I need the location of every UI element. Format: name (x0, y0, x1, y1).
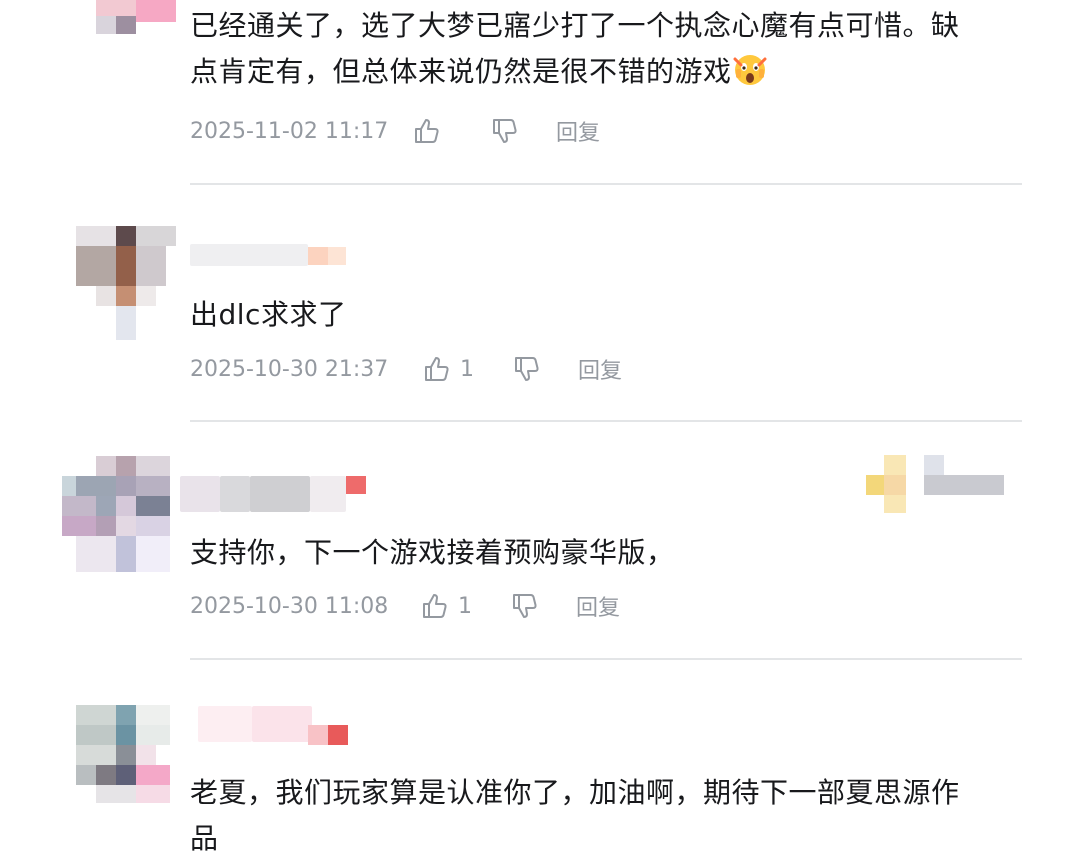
thumbs-up-icon (415, 119, 439, 143)
thumbs-down-icon (513, 594, 537, 618)
comment-text-line-2-content: 点肯定有，但总体来说仍然是很不错的游戏 (190, 55, 732, 88)
dislike-button[interactable] (510, 591, 576, 621)
comment-text: 支持你，下一个游戏接着预购豪华版， (190, 536, 675, 569)
like-count: 1 (460, 356, 474, 382)
like-button[interactable]: 1 (420, 591, 510, 621)
avatar[interactable] (62, 0, 178, 35)
avatar[interactable] (62, 705, 178, 823)
dislike-button[interactable] (512, 354, 578, 384)
thumbs-up-icon (425, 357, 449, 381)
thumbs-up-icon (423, 594, 447, 618)
avatar[interactable] (62, 226, 178, 344)
scream-emoji-icon (733, 55, 767, 85)
fan-medal-badge (866, 455, 1006, 513)
divider (190, 658, 1022, 660)
comment-meta: 2025-11-02 11:17 回复 (190, 115, 600, 147)
comment-time: 2025-11-02 11:17 (190, 118, 389, 144)
thumbs-down-icon (515, 357, 539, 381)
like-button[interactable]: 1 (422, 354, 512, 384)
user-level-badge (346, 476, 366, 494)
user-level-badge (308, 725, 348, 745)
comment-text: 出dlc求求了 (190, 298, 347, 331)
divider (190, 183, 1022, 185)
comment-text: 老夏，我们玩家算是认准你了，加油啊，期待下一部夏思源作 品 (190, 770, 1020, 862)
user-level-badge (308, 247, 346, 265)
reply-button[interactable]: 回复 (556, 115, 600, 147)
comment-text-line-2: 品 (190, 822, 219, 855)
comment-meta: 2025-10-30 11:08 1 回复 (190, 590, 620, 622)
divider (190, 420, 1022, 422)
comment-text-line-2: 点肯定有，但总体来说仍然是很不错的游戏 (190, 49, 1020, 95)
thumbs-down-icon (493, 119, 517, 143)
comment-time: 2025-10-30 21:37 (190, 356, 389, 382)
comment-time: 2025-10-30 11:08 (190, 593, 389, 619)
reply-button[interactable]: 回复 (576, 590, 620, 622)
like-button[interactable] (412, 116, 490, 146)
comment-text-line-1: 已经通关了，选了大梦已寤少打了一个执念心魔有点可惜。缺 (190, 9, 960, 42)
reply-button[interactable]: 回复 (578, 353, 622, 385)
dislike-button[interactable] (490, 116, 556, 146)
comment-text-line-1: 老夏，我们玩家算是认准你了，加油啊，期待下一部夏思源作 (190, 776, 960, 809)
comment-meta: 2025-10-30 21:37 1 回复 (190, 353, 622, 385)
comment-text: 已经通关了，选了大梦已寤少打了一个执念心魔有点可惜。缺 点肯定有，但总体来说仍然… (190, 3, 1020, 95)
like-count: 1 (458, 593, 472, 619)
avatar[interactable] (62, 456, 178, 574)
